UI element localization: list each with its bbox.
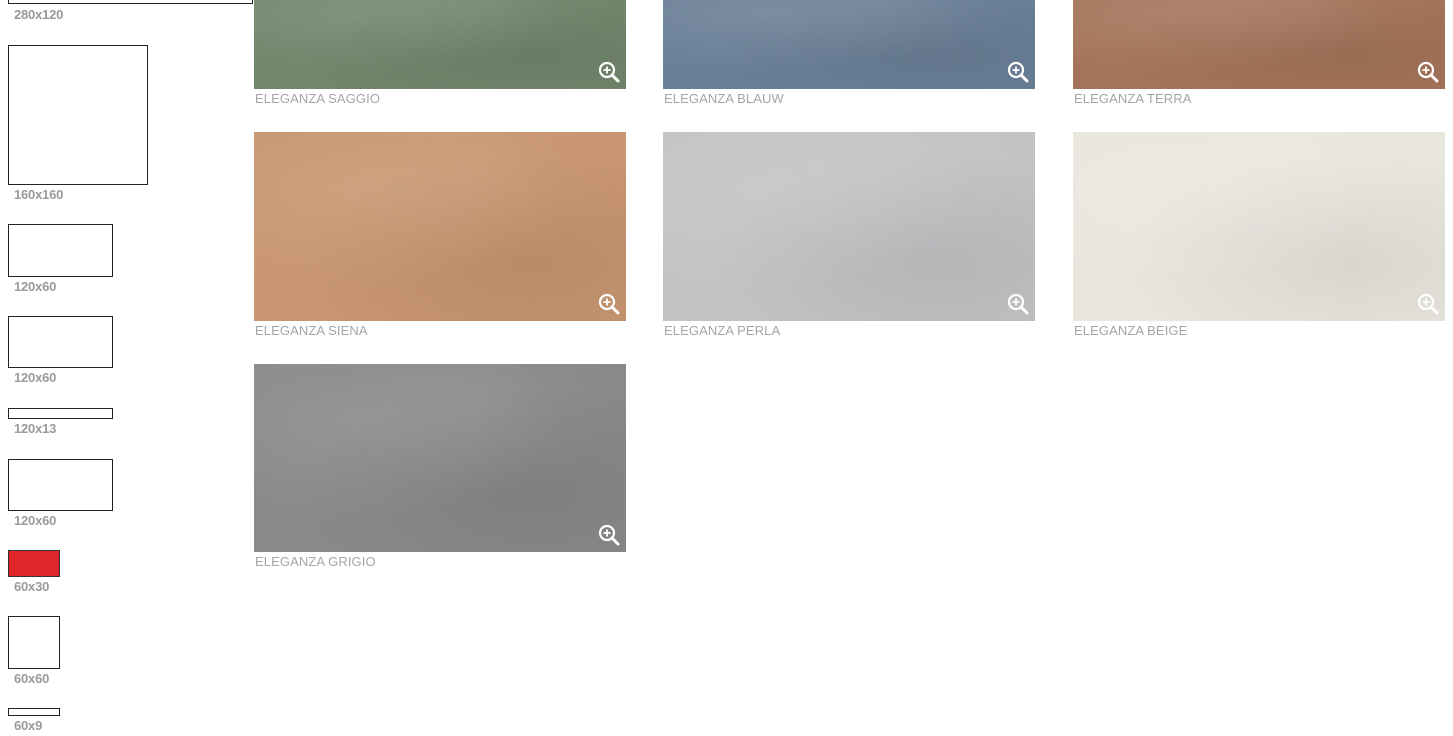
size-label[interactable]: 280x120 [14,7,63,22]
tile-card[interactable]: ELEGANZA SIENA [254,132,626,342]
tile-image[interactable] [254,132,626,321]
tile-image[interactable] [663,132,1035,321]
size-label[interactable]: 60x9 [14,718,42,733]
size-option-160x160[interactable] [8,45,148,185]
tile-image[interactable] [663,0,1035,89]
size-label[interactable]: 60x60 [14,671,49,686]
size-option-280x120[interactable] [8,0,253,4]
tile-name: ELEGANZA TERRA [1074,91,1192,106]
zoom-icon[interactable] [1417,293,1439,315]
size-option-60x30[interactable] [8,550,60,577]
size-label[interactable]: 160x160 [14,187,63,202]
tile-name: ELEGANZA GRIGIO [255,554,376,569]
zoom-icon[interactable] [1417,61,1439,83]
zoom-icon[interactable] [598,293,620,315]
tile-image[interactable] [1073,0,1445,89]
size-option-120x13[interactable] [8,408,113,419]
size-label[interactable]: 120x60 [14,370,56,385]
size-option-120x60[interactable] [8,224,113,277]
size-option-60x9[interactable] [8,708,60,716]
size-option-60x60[interactable] [8,616,60,669]
tile-image[interactable] [1073,132,1445,321]
tile-card[interactable]: ELEGANZA TERRA [1073,0,1445,110]
tile-image[interactable] [254,0,626,89]
tile-image[interactable] [254,364,626,552]
size-label[interactable]: 120x60 [14,279,56,294]
tile-card[interactable]: ELEGANZA GRIGIO [254,364,626,574]
tile-name: ELEGANZA SIENA [255,323,368,338]
tile-name: ELEGANZA SAGGIO [255,91,381,106]
zoom-icon[interactable] [1007,61,1029,83]
tile-card[interactable]: ELEGANZA PERLA [663,132,1035,342]
zoom-icon[interactable] [1007,293,1029,315]
size-option-120x60[interactable] [8,459,113,511]
tile-name: ELEGANZA BLAUW [664,91,784,106]
zoom-icon[interactable] [598,524,620,546]
size-label[interactable]: 120x60 [14,513,56,528]
size-label[interactable]: 120x13 [14,421,56,436]
tile-card[interactable]: ELEGANZA SAGGIO [254,0,626,110]
size-label[interactable]: 60x30 [14,579,49,594]
tile-name: ELEGANZA PERLA [664,323,781,338]
size-option-120x60[interactable] [8,316,113,368]
tile-card[interactable]: ELEGANZA BLAUW [663,0,1035,110]
tile-name: ELEGANZA BEIGE [1074,323,1188,338]
tile-card[interactable]: ELEGANZA BEIGE [1073,132,1445,342]
zoom-icon[interactable] [598,61,620,83]
